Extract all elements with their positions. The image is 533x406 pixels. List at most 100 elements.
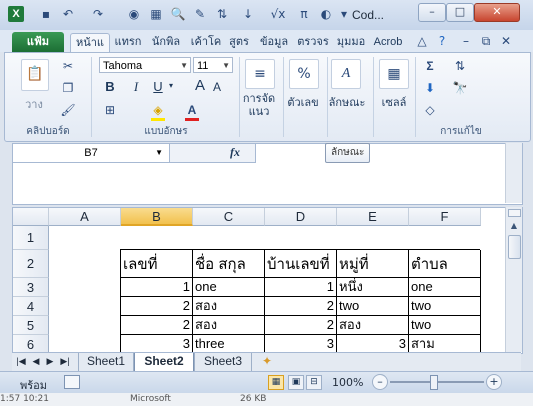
sort-icon[interactable]: ⇅ (214, 6, 230, 22)
column-header-f[interactable]: F (409, 208, 481, 226)
formula-icon[interactable]: √x (270, 6, 286, 22)
tab-insert[interactable]: แทรก (112, 33, 144, 52)
format-painter-icon[interactable]: 🖌 (59, 101, 77, 119)
autosum-icon[interactable]: Σ (421, 57, 439, 75)
grow-font-button[interactable]: A (193, 77, 207, 94)
doc-restore-icon[interactable]: ⧉ (478, 33, 494, 49)
chevron-down-icon[interactable]: ▾ (167, 81, 175, 90)
table-cell[interactable]: สอง (337, 316, 409, 335)
clear-icon[interactable]: ◇ (421, 101, 439, 119)
table-cell[interactable]: 1 (265, 278, 337, 297)
last-sheet-icon[interactable]: ▶| (58, 353, 72, 371)
page-layout-view-icon[interactable]: ▣ (288, 375, 304, 390)
chart-icon[interactable]: ◐ (318, 6, 334, 22)
styles-button-label[interactable]: ลักษณะ (325, 93, 369, 111)
table-cell[interactable]: สอง (193, 316, 265, 335)
restore-button[interactable]: □ (446, 3, 474, 22)
paint-icon[interactable]: ✎ (192, 6, 208, 22)
fill-color-icon[interactable]: ◈ (149, 101, 167, 119)
table-cell[interactable]: หนึ่ง (337, 278, 409, 297)
help-icon[interactable]: ? (434, 33, 450, 49)
table-cell[interactable]: ตำบล (409, 250, 481, 278)
first-sheet-icon[interactable]: |◀ (14, 353, 28, 371)
zoom-out-button[interactable]: – (372, 374, 388, 390)
table-cell[interactable]: one (409, 278, 481, 297)
table-cell[interactable]: 2 (121, 316, 193, 335)
cells-icon[interactable]: ▦ (379, 59, 409, 89)
tab-data[interactable]: สูตร (226, 33, 252, 52)
zoom-level[interactable]: 100% (332, 376, 363, 389)
column-header-e[interactable]: E (337, 208, 409, 226)
more-icon[interactable]: ▾ (336, 6, 352, 22)
next-sheet-icon[interactable]: ▶ (44, 353, 56, 371)
alignment-button-label[interactable]: การจัด แนว (241, 93, 277, 119)
table-cell[interactable]: one (193, 278, 265, 297)
bold-button[interactable]: B (103, 79, 117, 94)
cut-icon[interactable]: ✂ (59, 57, 77, 75)
italic-button[interactable]: I (129, 79, 143, 95)
font-name-combo[interactable]: Tahoma ▼ (99, 57, 191, 73)
chevron-down-icon[interactable]: ▼ (155, 144, 163, 162)
number-button-label[interactable]: ตัวเลข (283, 93, 323, 111)
copy-icon[interactable]: ❐ (59, 79, 77, 97)
scroll-up-icon[interactable]: ▲ (507, 221, 521, 230)
formula-bar-scrollbar[interactable] (505, 143, 522, 203)
table-cell[interactable]: เลขที่ (121, 250, 193, 278)
table-cell[interactable]: หมู่ที่ (337, 250, 409, 278)
column-header-b[interactable]: B (121, 208, 193, 226)
table-cell[interactable]: two (337, 297, 409, 316)
tab-page-layout[interactable]: นักพิล (148, 33, 184, 52)
font-size-combo[interactable]: 11 ▼ (193, 57, 233, 73)
insert-sheet-icon[interactable]: ✦ (256, 353, 278, 371)
font-color-icon[interactable]: A (183, 101, 201, 119)
page-break-view-icon[interactable]: ⊟ (306, 375, 322, 390)
zoom-slider-thumb[interactable] (430, 375, 438, 390)
shrink-font-button[interactable]: A (211, 80, 223, 94)
preview-icon[interactable]: 🔍 (170, 6, 186, 22)
paste-icon[interactable]: 📋 (21, 59, 49, 91)
table-cell[interactable]: สอง (193, 297, 265, 316)
styles-icon[interactable]: A (331, 59, 361, 89)
row-header-3[interactable]: 3 (13, 278, 49, 297)
column-header-a[interactable]: A (49, 208, 121, 226)
sort-filter-icon[interactable]: ⇅ (451, 57, 469, 75)
worksheet-grid[interactable]: A B C D E F 1 2 3 4 5 6 เลขที่ ชื่อ สกุล… (12, 207, 523, 354)
table-cell[interactable]: two (409, 316, 481, 335)
name-box[interactable]: B7 ▼ (12, 143, 170, 163)
table-icon[interactable]: ▦ (148, 6, 164, 22)
tab-acrobat[interactable]: Acrob (370, 33, 406, 52)
fill-icon[interactable]: ⬇ (421, 79, 439, 97)
column-header-c[interactable]: C (193, 208, 265, 226)
row-header-1[interactable]: 1 (13, 226, 49, 250)
table-cell[interactable]: 1 (121, 278, 193, 297)
table-cell[interactable]: บ้านเลขที่ (265, 250, 337, 278)
tab-formulas[interactable]: เค้าโค (188, 33, 224, 52)
row-header-5[interactable]: 5 (13, 316, 49, 335)
table-cell[interactable]: 2 (265, 297, 337, 316)
table-cell[interactable]: 2 (265, 316, 337, 335)
tab-home[interactable]: หน้าแ (70, 33, 110, 53)
formula-input[interactable] (256, 143, 505, 203)
table-cell[interactable]: two (409, 297, 481, 316)
macro-record-icon[interactable] (64, 375, 80, 389)
excel-app-icon[interactable]: X (8, 6, 24, 22)
row-header-2[interactable]: 2 (13, 250, 49, 278)
table-cell[interactable]: 2 (121, 297, 193, 316)
sheet-tab-sheet1[interactable]: Sheet1 (78, 353, 134, 372)
minimize-button[interactable]: – (418, 3, 446, 22)
column-header-d[interactable]: D (265, 208, 337, 226)
sheet-tab-sheet3[interactable]: Sheet3 (194, 353, 252, 372)
percent-icon[interactable]: % (289, 59, 319, 89)
pi-icon[interactable]: π (296, 6, 312, 22)
prev-sheet-icon[interactable]: ◀ (30, 353, 42, 371)
save-icon[interactable]: ▪ (38, 6, 54, 22)
zoom-in-button[interactable]: + (486, 374, 502, 390)
tab-view2[interactable]: มุมมอ (334, 33, 368, 52)
row-header-4[interactable]: 4 (13, 297, 49, 316)
record-icon[interactable]: ◉ (126, 6, 142, 22)
ribbon-collapse-icon[interactable]: △ (414, 33, 430, 49)
vertical-scrollbar[interactable]: ▲ (505, 207, 522, 352)
undo-icon[interactable]: ↶ (60, 6, 76, 22)
alignment-icon[interactable]: ≡ (245, 59, 275, 89)
sheet-tab-sheet2[interactable]: Sheet2 (134, 353, 194, 372)
